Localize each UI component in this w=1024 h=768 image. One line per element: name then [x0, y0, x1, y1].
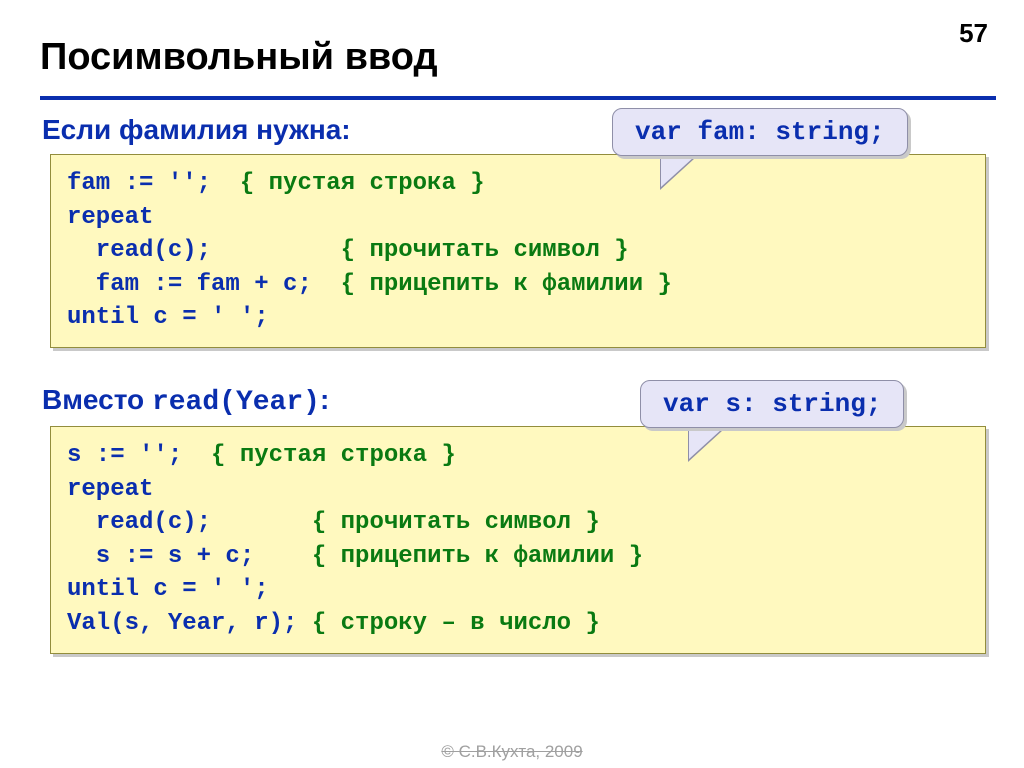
code-block-2: s := ''; { пустая строка } repeat read(c… — [50, 426, 986, 654]
callout-var-fam: var fam: string; — [612, 108, 908, 156]
section1-heading: Если фамилия нужна: — [42, 114, 351, 146]
page-number: 57 — [959, 18, 988, 49]
code-line: read(c); { прочитать символ } — [67, 509, 600, 536]
callout-var-s: var s: string; — [640, 380, 904, 428]
slide-title: Посимвольный ввод — [40, 36, 438, 79]
code-line: s := s + c; { прицепить к фамилии } — [67, 543, 643, 570]
section2-heading: Вместо read(Year): — [42, 384, 329, 418]
slide: 57 Посимвольный ввод Если фамилия нужна:… — [0, 0, 1024, 768]
title-rule — [40, 96, 996, 100]
code-line: until c = ' '; — [67, 576, 269, 603]
code-line: until c = ' '; — [67, 304, 269, 331]
code-line: Val(s, Year, r); { строку – в число } — [67, 610, 600, 637]
code-block-1: fam := ''; { пустая строка } repeat read… — [50, 154, 986, 348]
footer-copyright: © С.В.Кухта, 2009 — [0, 742, 1024, 762]
code-line: s := ''; { пустая строка } — [67, 442, 456, 469]
code-line: fam := ''; { пустая строка } — [67, 170, 485, 197]
code-line: fam := fam + c; { прицепить к фамилии } — [67, 271, 672, 298]
code-line: repeat — [67, 476, 153, 503]
code-line: repeat — [67, 204, 153, 231]
code-line: read(c); { прочитать символ } — [67, 237, 629, 264]
